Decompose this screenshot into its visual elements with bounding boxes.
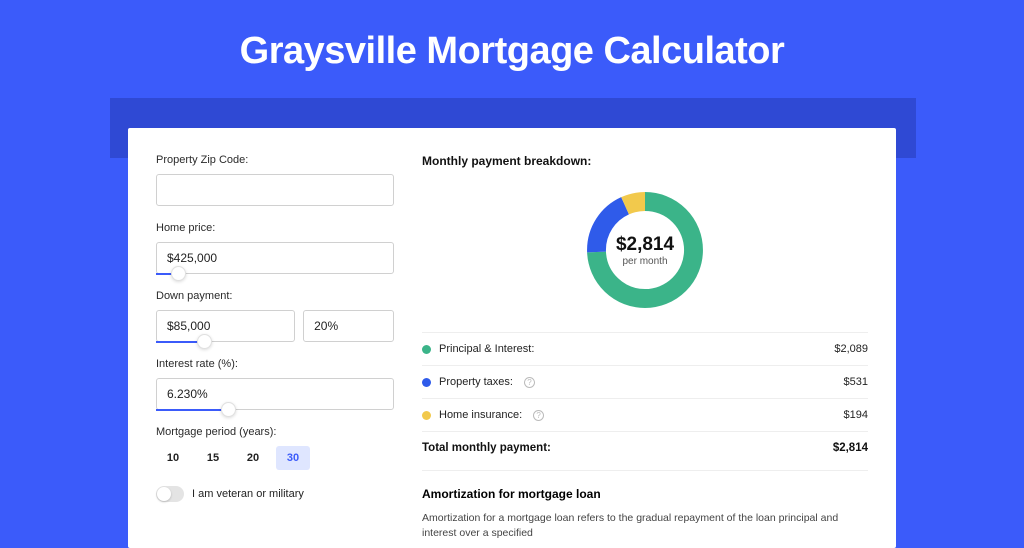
total-label: Total monthly payment: <box>422 442 551 454</box>
total-row: Total monthly payment: $2,814 <box>422 431 868 464</box>
interest-rate-input[interactable] <box>156 378 394 410</box>
veteran-toggle[interactable] <box>156 486 184 502</box>
slider-thumb[interactable] <box>171 266 186 281</box>
slider-thumb[interactable] <box>197 334 212 349</box>
down-payment-amount-input[interactable] <box>156 310 295 342</box>
period-30-button[interactable]: 30 <box>276 446 310 470</box>
breakdown-title: Monthly payment breakdown: <box>422 154 868 168</box>
legend-value: $531 <box>844 376 868 388</box>
period-20-button[interactable]: 20 <box>236 446 270 470</box>
period-label: Mortgage period (years): <box>156 426 394 438</box>
down-payment-label: Down payment: <box>156 290 394 302</box>
page-title: Graysville Mortgage Calculator <box>0 0 1024 91</box>
zip-group: Property Zip Code: <box>156 154 394 206</box>
amortization-title: Amortization for mortgage loan <box>422 487 868 501</box>
breakdown-column: Monthly payment breakdown: $2,814 per mo… <box>422 154 868 540</box>
dot-icon <box>422 378 431 387</box>
home-price-input[interactable] <box>156 242 394 274</box>
total-value: $2,814 <box>833 442 868 454</box>
donut-per-label: per month <box>622 256 667 267</box>
veteran-row: I am veteran or military <box>156 486 394 502</box>
legend-insurance: Home insurance: ? $194 <box>422 398 868 431</box>
legend-taxes: Property taxes: ? $531 <box>422 365 868 398</box>
dot-icon <box>422 411 431 420</box>
form-column: Property Zip Code: Home price: Down paym… <box>156 154 394 540</box>
zip-input[interactable] <box>156 174 394 206</box>
down-payment-percent-input[interactable] <box>303 310 394 342</box>
legend-value: $2,089 <box>834 343 868 355</box>
amortization-section: Amortization for mortgage loan Amortizat… <box>422 470 868 540</box>
interest-rate-label: Interest rate (%): <box>156 358 394 370</box>
legend-principal: Principal & Interest: $2,089 <box>422 332 868 365</box>
info-icon[interactable]: ? <box>533 410 544 421</box>
period-15-button[interactable]: 15 <box>196 446 230 470</box>
down-payment-group: Down payment: <box>156 290 394 342</box>
donut-center: $2,814 per month <box>581 186 709 314</box>
donut-wrap: $2,814 per month <box>422 178 868 332</box>
legend-label: Principal & Interest: <box>439 343 534 355</box>
interest-rate-group: Interest rate (%): <box>156 358 394 410</box>
legend-value: $194 <box>844 409 868 421</box>
home-price-group: Home price: <box>156 222 394 274</box>
donut-amount: $2,814 <box>616 234 674 256</box>
info-icon[interactable]: ? <box>524 377 535 388</box>
home-price-label: Home price: <box>156 222 394 234</box>
legend-label: Home insurance: <box>439 409 522 421</box>
legend-label: Property taxes: <box>439 376 513 388</box>
zip-label: Property Zip Code: <box>156 154 394 166</box>
donut-chart: $2,814 per month <box>581 186 709 314</box>
period-options: 10 15 20 30 <box>156 446 394 470</box>
period-group: Mortgage period (years): 10 15 20 30 <box>156 426 394 470</box>
calculator-card: Property Zip Code: Home price: Down paym… <box>128 128 896 548</box>
amortization-body: Amortization for a mortgage loan refers … <box>422 511 868 540</box>
dot-icon <box>422 345 431 354</box>
period-10-button[interactable]: 10 <box>156 446 190 470</box>
veteran-label: I am veteran or military <box>192 488 304 500</box>
slider-thumb[interactable] <box>221 402 236 417</box>
